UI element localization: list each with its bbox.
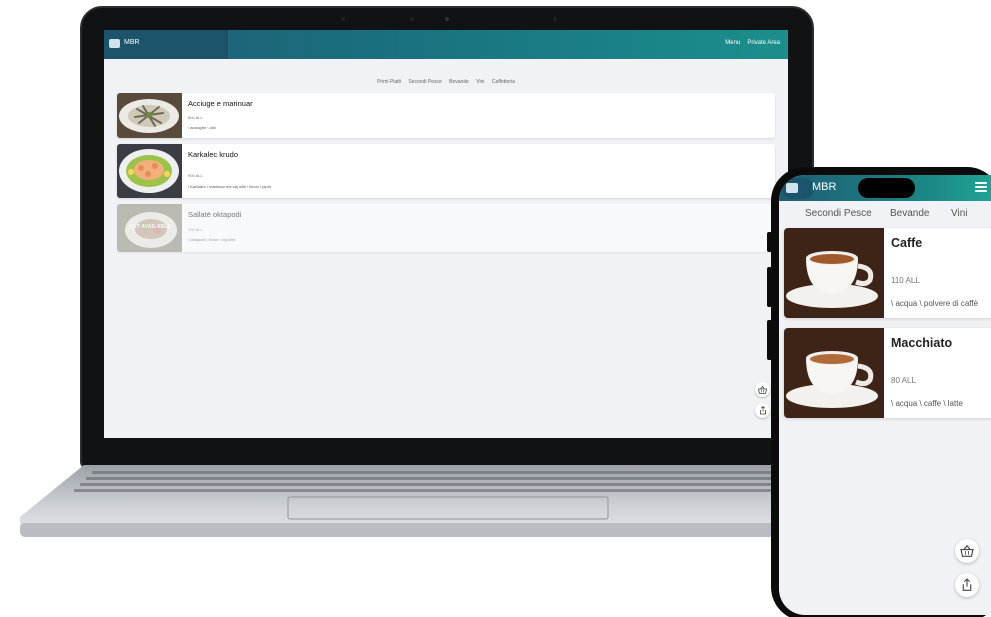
- menu-item-card-unavailable[interactable]: NOT AVAILABLE Sallatë oktapodi 700 ALL \…: [117, 204, 775, 252]
- shrimp-dish-photo: [117, 144, 182, 198]
- app-header: MBR Menu Private Area: [104, 30, 788, 59]
- item-ingredients: \ acqua \ polvere di caffè: [891, 299, 979, 308]
- laptop-screen: MBR Menu Private Area Primi Piatti Secon…: [104, 30, 788, 438]
- item-name: Karkalec krudo: [188, 150, 239, 159]
- item-price: 900 ALL: [188, 173, 203, 178]
- espresso-cup-photo: [784, 228, 884, 318]
- tab-primi-piatti[interactable]: Primi Piatti: [377, 79, 401, 85]
- item-price: 600 ALL: [188, 115, 203, 120]
- hamburger-menu-icon[interactable]: [975, 182, 987, 193]
- category-tabs: Primi Piatti Secondi Pesce Bevande Vini …: [104, 79, 788, 85]
- tab-vini[interactable]: Vini: [951, 208, 968, 219]
- app-header: MBR: [779, 175, 991, 201]
- menu-item-card[interactable]: Karkalec krudo 900 ALL \ Karkalec \ mari…: [117, 144, 775, 198]
- basket-button[interactable]: [955, 539, 979, 563]
- menu-item-card[interactable]: Acciuge e marinuar 600 ALL \ acciughe \ …: [117, 93, 775, 138]
- camera-dot: [410, 17, 414, 21]
- item-price: 700 ALL: [188, 227, 203, 232]
- item-ingredients: \ acqua \ caffe \ latte: [891, 399, 963, 408]
- item-ingredients: \ oktapodi \ limon \ vaj ulliri: [188, 237, 235, 242]
- item-ingredients: \ Karkalec \ marinuar me vaj ulliri \ li…: [188, 184, 272, 189]
- share-icon: [962, 578, 972, 591]
- not-available-badge: NOT AVAILABLE: [128, 224, 172, 230]
- brand-name[interactable]: MBR: [124, 39, 140, 46]
- share-icon: [759, 406, 766, 415]
- menu-item-card[interactable]: Caffe 110 ALL \ acqua \ polvere di caffè: [784, 228, 991, 318]
- item-name: Macchiato: [891, 336, 953, 350]
- dynamic-island: [858, 178, 915, 198]
- tab-bevande[interactable]: Bevande: [449, 79, 469, 85]
- tab-secondi-pesce[interactable]: Secondi Pesce: [805, 208, 872, 219]
- tab-secondi-pesce[interactable]: Secondi Pesce: [408, 79, 441, 85]
- brand-logo-icon[interactable]: [109, 39, 120, 48]
- share-button[interactable]: [755, 403, 770, 418]
- basket-icon: [960, 545, 974, 557]
- brand-logo-icon[interactable]: [786, 183, 798, 193]
- tab-caffetteria[interactable]: Caffetteria: [492, 79, 515, 85]
- tab-bevande[interactable]: Bevande: [890, 208, 929, 219]
- item-price: 110 ALL: [891, 276, 920, 285]
- item-name: Sallatë oktapodi: [188, 210, 242, 219]
- anchovy-dish-photo: [117, 93, 182, 138]
- item-ingredients: \ acciughe \ olio: [188, 125, 216, 130]
- item-name: Caffe: [891, 236, 923, 250]
- basket-button[interactable]: [755, 382, 770, 397]
- camera-dot: [553, 17, 557, 21]
- top-nav: Menu Private Area: [725, 40, 780, 46]
- item-name: Acciuge e marinuar: [188, 99, 253, 108]
- item-price: 80 ALL: [891, 376, 916, 385]
- laptop-keyboard-deck: [20, 465, 882, 537]
- macchiato-cup-photo: [784, 328, 884, 418]
- brand-name[interactable]: MBR: [812, 181, 836, 193]
- basket-icon: [758, 385, 767, 394]
- share-button[interactable]: [955, 573, 979, 597]
- nav-private-area-link[interactable]: Private Area: [747, 40, 780, 46]
- camera-dot: [341, 17, 345, 21]
- camera-lens: [445, 17, 449, 21]
- nav-menu-link[interactable]: Menu: [725, 40, 740, 46]
- tab-vini[interactable]: Vini: [476, 79, 484, 85]
- phone-screen: MBR Secondi Pesce Bevande Vini Caffe 110…: [779, 175, 991, 615]
- menu-item-card[interactable]: Macchiato 80 ALL \ acqua \ caffe \ latte: [784, 328, 991, 418]
